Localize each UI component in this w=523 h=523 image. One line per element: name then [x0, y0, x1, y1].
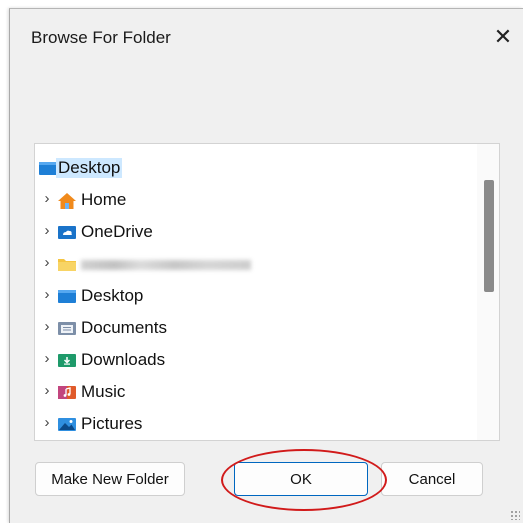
chevron-right-icon[interactable]: ›: [40, 350, 54, 370]
vertical-scrollbar[interactable]: [477, 144, 499, 440]
tree-item-label: Pictures: [81, 414, 143, 433]
chevron-right-icon[interactable]: ›: [40, 286, 54, 306]
chevron-right-icon[interactable]: ›: [40, 318, 54, 338]
close-icon[interactable]: ✕: [483, 19, 523, 55]
tree-item-pictures[interactable]: › Pictures: [35, 410, 465, 438]
user-folder-icon: [57, 256, 77, 272]
tree-item-label: Documents: [81, 318, 167, 337]
desktop-folder-icon: [38, 160, 58, 176]
documents-folder-icon: [57, 320, 77, 336]
tree-item-music[interactable]: › Music: [35, 378, 465, 406]
tree-item-label: Desktop: [81, 286, 144, 305]
make-new-folder-button[interactable]: Make New Folder: [35, 462, 185, 496]
tree-item-desktop-root[interactable]: Desktop: [35, 154, 465, 182]
tree-item-onedrive[interactable]: › OneDrive: [35, 218, 465, 246]
music-folder-icon: [57, 384, 77, 400]
chevron-right-icon[interactable]: ›: [40, 222, 54, 242]
chevron-right-icon[interactable]: ›: [40, 190, 54, 210]
tree-item-label: Downloads: [81, 350, 166, 369]
chevron-right-icon[interactable]: ›: [40, 382, 54, 402]
ok-button[interactable]: OK: [234, 462, 368, 496]
chevron-right-icon[interactable]: ›: [40, 254, 54, 274]
folder-tree[interactable]: Desktop › Home › OneDrive › › Desktop ›: [34, 143, 500, 441]
dialog-title: Browse For Folder: [31, 28, 171, 47]
tree-item-downloads[interactable]: › Downloads: [35, 346, 465, 374]
title-bar: Browse For Folder ✕: [10, 9, 523, 63]
chevron-right-icon[interactable]: ›: [40, 414, 54, 434]
scrollbar-thumb[interactable]: [484, 180, 494, 292]
home-icon: [57, 192, 77, 209]
pictures-folder-icon: [57, 416, 77, 432]
tree-item-documents[interactable]: › Documents: [35, 314, 465, 342]
onedrive-folder-icon: [57, 224, 77, 240]
tree-item-desktop[interactable]: › Desktop: [35, 282, 465, 310]
desktop-folder-icon: [57, 288, 77, 304]
tree-item-label: Home: [81, 190, 127, 209]
downloads-folder-icon: [57, 352, 77, 368]
tree-item-home[interactable]: › Home: [35, 186, 465, 214]
redacted-folder-name: [81, 260, 251, 270]
cancel-button[interactable]: Cancel: [381, 462, 483, 496]
tree-item-label: OneDrive: [81, 222, 153, 241]
resize-grip-icon[interactable]: [510, 510, 520, 520]
tree-item-label: Desktop: [56, 158, 123, 178]
tree-item-user-folder[interactable]: ›: [35, 250, 465, 278]
tree-item-label: Music: [81, 382, 126, 401]
